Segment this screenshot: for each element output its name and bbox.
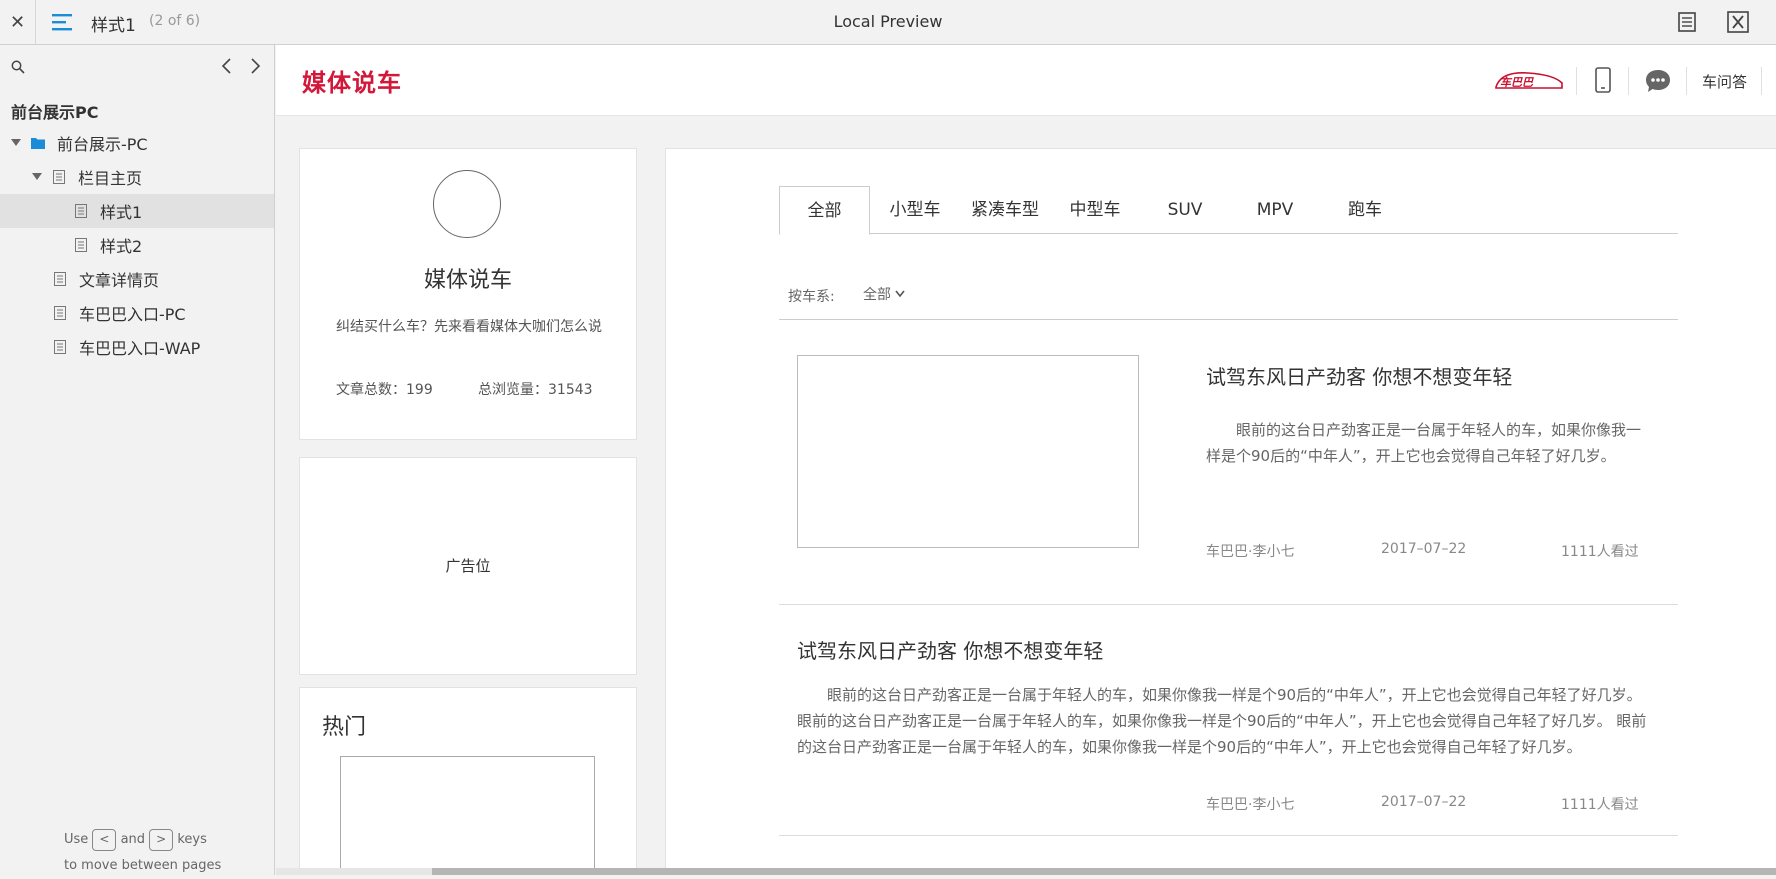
caret-down-icon[interactable]	[11, 139, 21, 147]
article-title[interactable]: 试驾东风日产劲客 你想不想变年轻	[1206, 361, 1512, 390]
header-divider	[1576, 67, 1577, 95]
hint-and: and	[120, 832, 146, 847]
tree-item-page[interactable]: 样式2	[0, 228, 274, 262]
article-date: 2017–07–22	[1381, 541, 1467, 557]
page-icon	[53, 170, 65, 184]
tab-midsize-car[interactable]: 中型车	[1050, 186, 1140, 234]
tab-all[interactable]: 全部	[779, 186, 870, 235]
prev-key: <	[92, 828, 117, 851]
tree-item-folder[interactable]: 前台展示-PC	[0, 126, 274, 160]
folder-icon	[31, 138, 45, 149]
ad-card[interactable]: 广告位	[299, 457, 637, 675]
tree-item-label: 样式1	[100, 203, 143, 222]
profile-name: 媒体说车	[423, 268, 512, 293]
chevron-right-icon[interactable]	[248, 57, 262, 75]
close-button[interactable]: ✕	[0, 0, 36, 44]
chebaba-logo[interactable]: 车巴巴	[1492, 67, 1564, 93]
keyboard-hint: Use < and > keys to move between pages	[0, 827, 275, 879]
hot-card: 热门	[299, 687, 637, 875]
article-title[interactable]: 试驾东风日产劲客 你想不想变年轻	[797, 635, 1103, 664]
project-title: 前台展示PC	[11, 103, 99, 122]
logo-text: 车巴巴	[1500, 76, 1534, 89]
tab-compact-car[interactable]: 紧凑车型	[960, 186, 1050, 234]
scrollbar-thumb[interactable]	[432, 868, 1776, 875]
header-divider	[1761, 67, 1762, 95]
tree-item-page-selected[interactable]: 样式1	[0, 194, 274, 228]
qa-link[interactable]: 车问答	[1702, 71, 1747, 92]
tab-mpv[interactable]: MPV	[1230, 186, 1320, 234]
chat-bubble-icon[interactable]	[1645, 69, 1671, 93]
article-list-card: 全部 小型车 紧凑车型 中型车 SUV MPV 跑车 按车系: 全部 试驾东风日…	[665, 148, 1776, 875]
preview-canvas: 媒体说车 车巴巴 车问答 媒体说车 纠结买什么车？先来看看媒体大咖们怎么说 文章…	[276, 45, 1776, 875]
hint-keys: keys	[177, 832, 207, 847]
series-filter-label: 按车系:	[788, 289, 835, 305]
hot-image-placeholder[interactable]	[340, 756, 595, 875]
next-key: >	[149, 828, 174, 851]
profile-card: 媒体说车 纠结买什么车？先来看看媒体大咖们怎么说 文章总数：199 总浏览量：3…	[299, 148, 637, 440]
article-views: 1111人看过	[1561, 797, 1639, 813]
chevron-left-icon[interactable]	[220, 57, 234, 75]
hint-use: Use	[64, 832, 89, 847]
notes-icon[interactable]	[1677, 12, 1697, 32]
article-author: 车巴巴·李小七	[1206, 544, 1295, 560]
page-icon	[54, 340, 66, 354]
chevron-down-icon	[895, 290, 905, 298]
series-filter-value: 全部	[863, 287, 891, 303]
adaptive-view-icon[interactable]	[1727, 11, 1749, 33]
article-count: 文章总数：199	[336, 382, 433, 398]
article-thumbnail[interactable]	[797, 355, 1139, 548]
divider	[779, 604, 1678, 605]
article-author: 车巴巴·李小七	[1206, 797, 1295, 813]
page-icon	[54, 306, 66, 320]
tree-item-label: 栏目主页	[78, 169, 143, 188]
sitemap-menu-icon[interactable]	[52, 12, 74, 32]
site-header: 媒体说车 车巴巴 车问答	[276, 45, 1776, 116]
avatar[interactable]	[433, 170, 501, 238]
preview-title: Local Preview	[833, 12, 943, 31]
divider	[779, 319, 1678, 320]
series-filter-select[interactable]: 全部	[863, 284, 905, 304]
header-divider	[1628, 67, 1629, 95]
category-tabs: 全部 小型车 紧凑车型 中型车 SUV MPV 跑车	[779, 186, 1678, 235]
hot-title: 热门	[322, 715, 367, 740]
tab-sports-car[interactable]: 跑车	[1320, 186, 1410, 234]
search-icon[interactable]	[11, 60, 25, 74]
site-brand[interactable]: 媒体说车	[302, 63, 402, 98]
article-excerpt: 眼前的这台日产劲客正是一台属于年轻人的车，如果你像我一样是个90后的“中年人”，…	[1206, 421, 1642, 465]
tab-suv[interactable]: SUV	[1140, 186, 1230, 234]
hint-line2: to move between pages	[64, 858, 222, 873]
tree-item-label: 前台展示-PC	[57, 135, 148, 154]
caret-down-icon[interactable]	[32, 173, 42, 181]
page-count: (2 of 6)	[149, 13, 201, 29]
sitemap-sidebar: 前台展示PC 前台展示-PC 栏目主页 样式1 样式2 文章详情页 车巴巴入口-…	[0, 45, 275, 875]
article-date: 2017–07–22	[1381, 794, 1467, 810]
article-views: 1111人看过	[1561, 544, 1639, 560]
tab-small-car[interactable]: 小型车	[870, 186, 960, 234]
mobile-phone-icon[interactable]	[1595, 67, 1611, 93]
view-count: 总浏览量：31543	[478, 382, 593, 398]
profile-description: 纠结买什么车？先来看看媒体大咖们怎么说	[336, 319, 602, 335]
header-divider	[1686, 67, 1687, 95]
tree-item-label: 车巴巴入口-PC	[79, 305, 186, 324]
horizontal-scrollbar[interactable]	[276, 868, 1776, 875]
ad-placeholder: 广告位	[445, 557, 491, 575]
page-icon	[75, 238, 87, 252]
article-excerpt: 眼前的这台日产劲客正是一台属于年轻人的车，如果你像我一样是个90后的“中年人”，…	[797, 686, 1647, 756]
current-page-name: 样式1	[91, 16, 136, 36]
tree-item-label: 文章详情页	[79, 271, 160, 290]
tree-item-page[interactable]: 文章详情页	[0, 262, 274, 296]
tree-item-label: 样式2	[100, 237, 143, 256]
tree-item-page[interactable]: 车巴巴入口-PC	[0, 296, 274, 330]
tree-item-page[interactable]: 车巴巴入口-WAP	[0, 330, 274, 364]
tree-item-page[interactable]: 栏目主页	[0, 160, 274, 194]
page-icon	[75, 204, 87, 218]
tree-item-label: 车巴巴入口-WAP	[79, 339, 201, 358]
page-icon	[54, 272, 66, 286]
divider	[779, 835, 1678, 836]
preview-toolbar: ✕ 样式1 (2 of 6) Local Preview	[0, 0, 1776, 45]
